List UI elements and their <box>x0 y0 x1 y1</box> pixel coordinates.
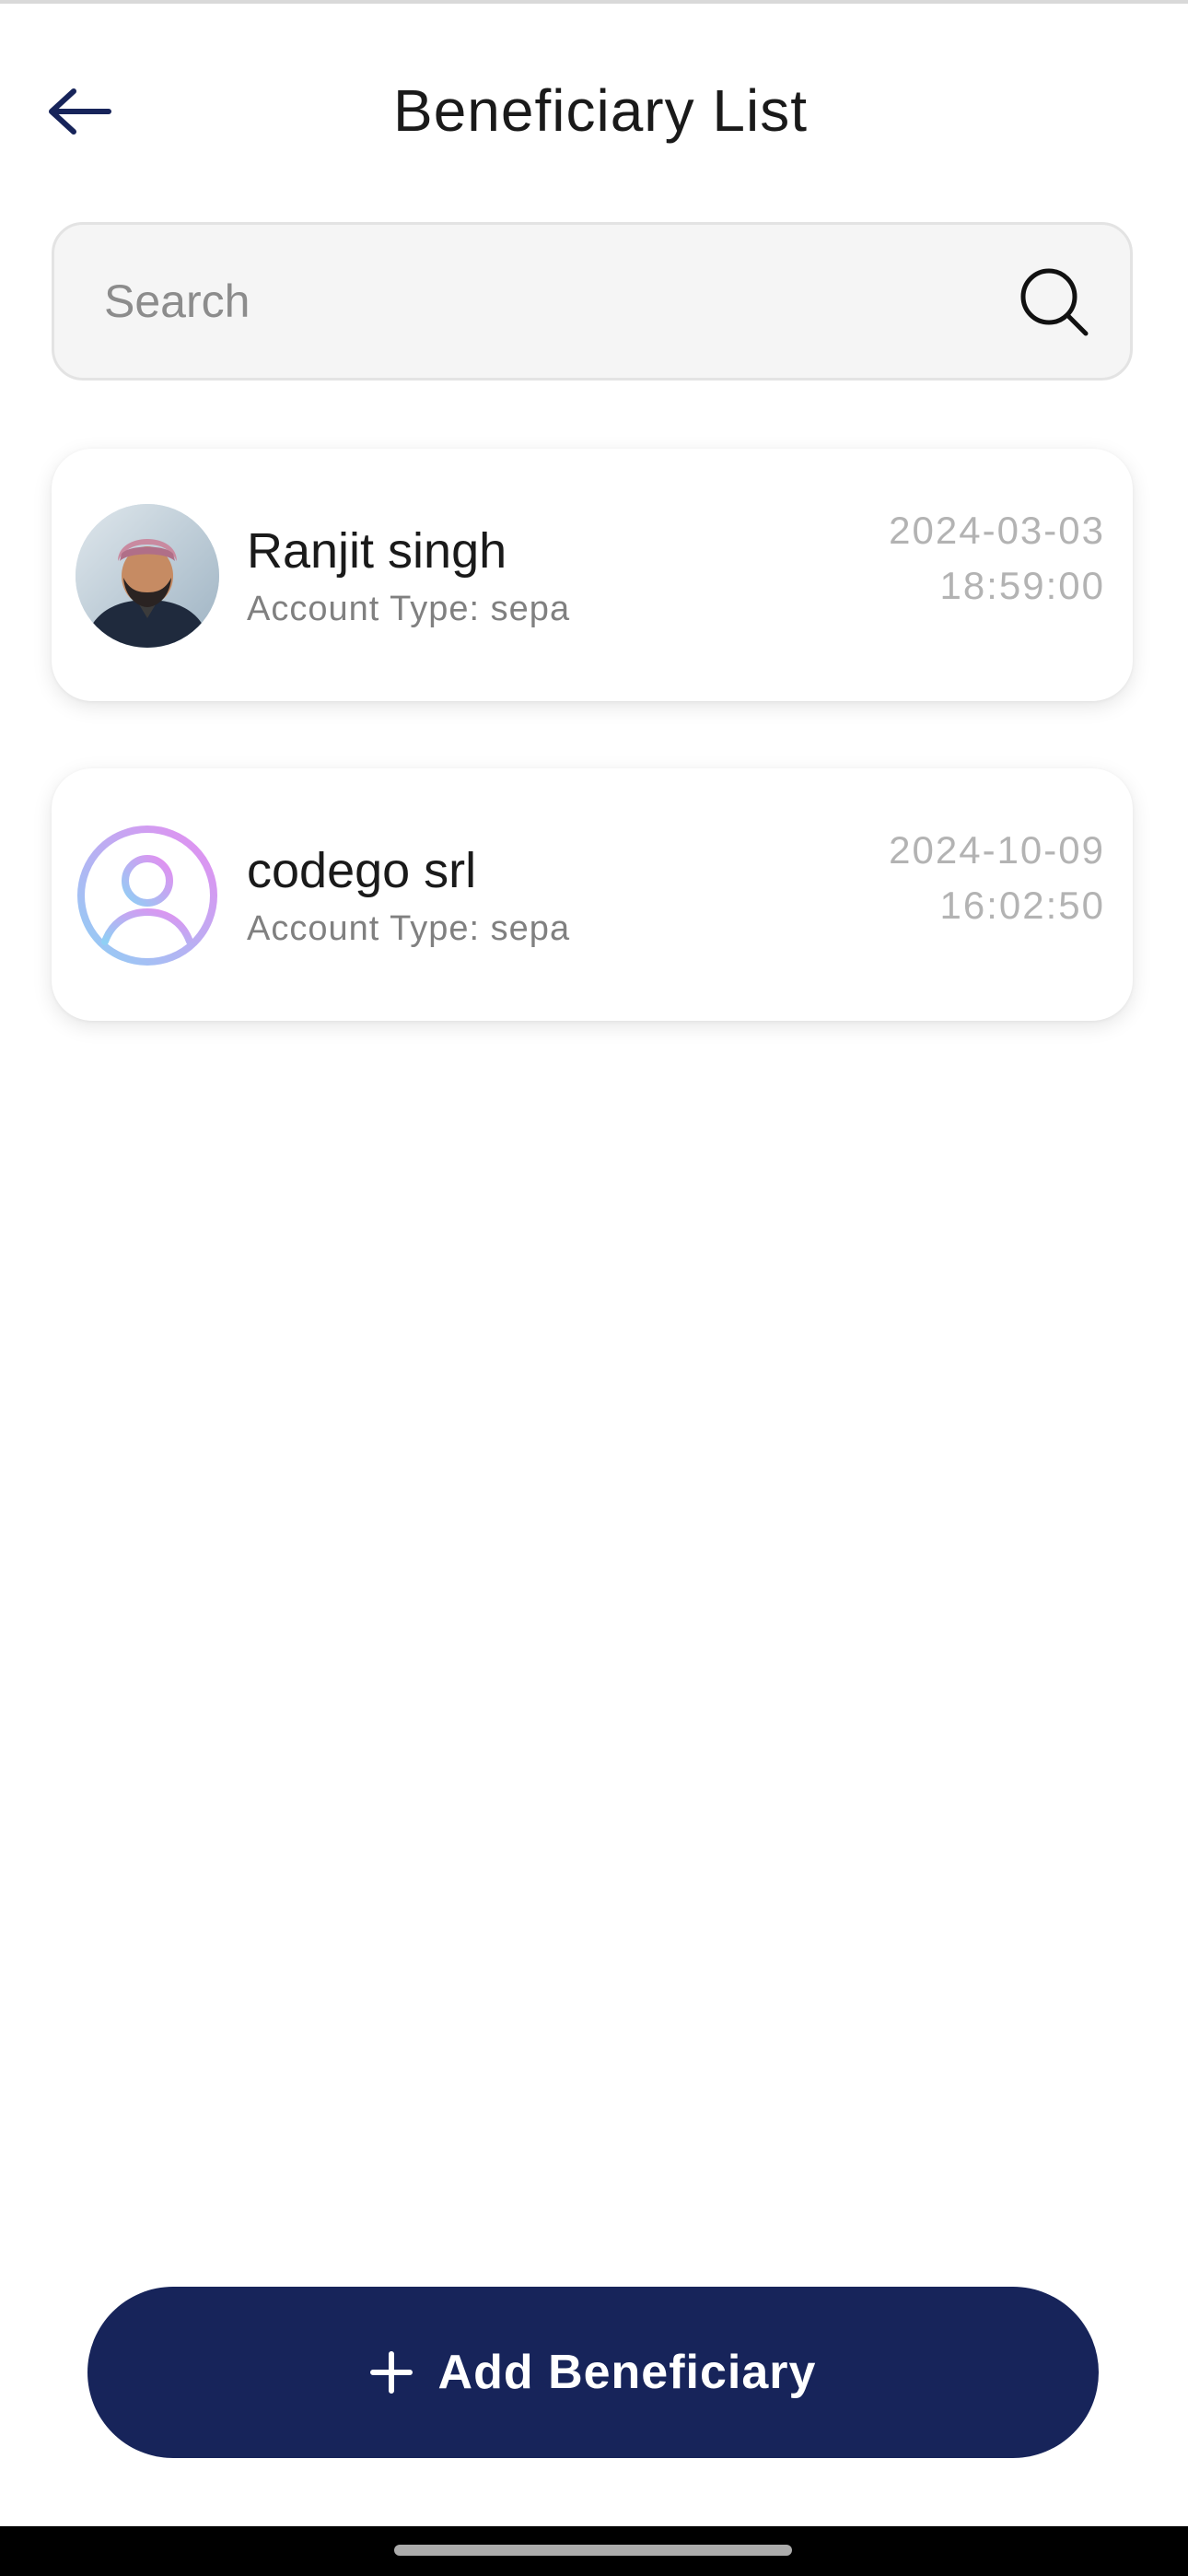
search-icon[interactable] <box>1018 265 1091 339</box>
account-type: Account Type: sepa <box>247 909 571 948</box>
user-photo <box>76 504 219 648</box>
search-bar[interactable] <box>52 222 1133 381</box>
status-bar-divider <box>0 0 1188 4</box>
system-navigation-bar <box>0 2526 1188 2576</box>
avatar <box>76 824 219 967</box>
home-indicator[interactable] <box>394 2545 792 2556</box>
account-type: Account Type: sepa <box>247 590 571 628</box>
add-beneficiary-label: Add Beneficiary <box>437 2346 817 2399</box>
beneficiary-date: 2024-10-09 <box>889 828 1105 872</box>
beneficiary-date: 2024-03-03 <box>889 509 1105 552</box>
beneficiary-card[interactable]: Ranjit singh Account Type: sepa 2024-03-… <box>52 449 1133 701</box>
page-title: Beneficiary List <box>393 77 808 144</box>
user-placeholder-icon <box>77 825 217 966</box>
search-input[interactable] <box>104 225 988 378</box>
add-beneficiary-button[interactable]: Add Beneficiary <box>87 2287 1099 2458</box>
beneficiary-name: Ranjit singh <box>247 523 507 579</box>
avatar <box>76 504 219 648</box>
beneficiary-time: 16:02:50 <box>939 884 1105 927</box>
beneficiary-time: 18:59:00 <box>939 564 1105 607</box>
beneficiary-card[interactable]: codego srl Account Type: sepa 2024-10-09… <box>52 768 1133 1021</box>
beneficiary-name: codego srl <box>247 843 477 898</box>
plus-icon <box>369 2351 413 2394</box>
